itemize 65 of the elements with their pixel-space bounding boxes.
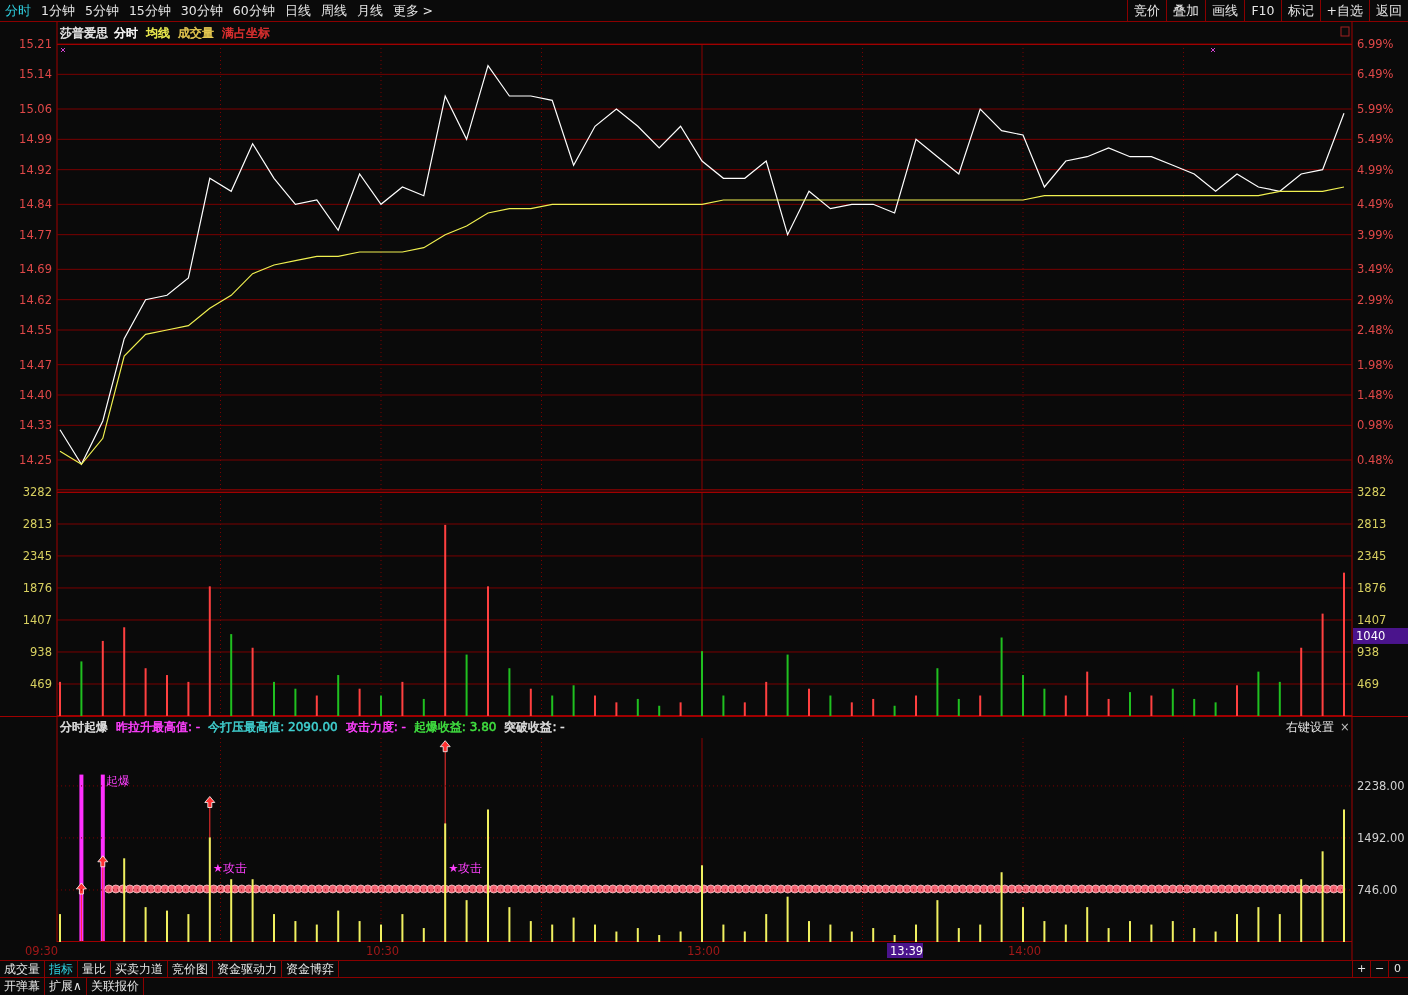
- cursor-value-label: 1040: [1353, 628, 1408, 644]
- axis-label: 14.69: [19, 262, 52, 277]
- axis-label: 2345: [22, 548, 52, 563]
- axis-label: 14.25: [19, 453, 52, 467]
- axis-label: 2345: [1357, 548, 1387, 563]
- axis-label: 3282: [1357, 485, 1387, 499]
- indicator-legend: 突破收益: -: [504, 720, 565, 734]
- axis-label: 6.99%: [1357, 37, 1394, 51]
- axis-label: 1492.00: [1357, 830, 1405, 845]
- axis-label: 5.49%: [1357, 132, 1394, 147]
- axis-label: 14.47: [19, 357, 52, 372]
- axis-label: 3.49%: [1357, 262, 1394, 277]
- axis-label: 3282: [22, 485, 52, 499]
- axis-label: 0.98%: [1357, 418, 1394, 433]
- axis-label: 938: [1357, 645, 1379, 659]
- time-label: 13:00: [687, 944, 721, 958]
- axis-label: 2.48%: [1357, 323, 1394, 337]
- stock-name: 莎普爱思: [60, 26, 108, 40]
- indicator-legend: 今打压最高值: 2090.00: [208, 720, 338, 734]
- axis-label: 2813: [1357, 517, 1387, 531]
- axis-label: 1876: [22, 580, 52, 595]
- axis-label: 15.06: [19, 102, 52, 116]
- signal-label: ★攻击: [448, 861, 483, 876]
- axis-label: 14.40: [19, 388, 52, 402]
- time-label: 09:30: [25, 944, 59, 958]
- legend-label: 成交量: [178, 26, 214, 40]
- axis-label: 2813: [22, 517, 52, 531]
- axis-label: 4.49%: [1357, 197, 1394, 212]
- axis-label: 14.99: [19, 132, 52, 147]
- axis-label: 14.92: [19, 162, 52, 177]
- axis-label: 1876: [1357, 580, 1387, 595]
- axis-label: 1.48%: [1357, 388, 1394, 402]
- axis-label: 6.49%: [1357, 67, 1394, 82]
- axis-label: 1407: [22, 612, 52, 627]
- axis-label: 14.84: [19, 197, 52, 212]
- axis-label: 4.99%: [1357, 162, 1394, 177]
- signal-label: 起爆: [105, 774, 130, 789]
- axis-label: 5.99%: [1357, 102, 1394, 116]
- axis-label: 746.00: [1357, 882, 1398, 897]
- axis-label: 14.77: [19, 227, 52, 242]
- indicator-legend: 攻击力度: -: [345, 720, 406, 734]
- time-label: 14:00: [1008, 944, 1042, 958]
- legend-label: 满占坐标: [222, 26, 270, 40]
- legend-label: 均线: [146, 26, 170, 40]
- indicator-title: 分时起爆: [60, 720, 108, 734]
- axis-label: 15.21: [19, 37, 52, 51]
- axis-label: 14.55: [19, 323, 52, 337]
- axis-label: 469: [1357, 677, 1379, 691]
- axis-label: 2.99%: [1357, 292, 1394, 307]
- axis-label: 3.99%: [1357, 227, 1394, 242]
- axis-label: 14.62: [19, 292, 52, 307]
- axis-label: 1407: [1357, 612, 1387, 627]
- indicator-legend: 起爆收益: 3.80: [413, 720, 497, 734]
- axis-label: 2238.00: [1357, 778, 1405, 793]
- axis-label: 15.14: [19, 67, 52, 82]
- axis-label: 469: [30, 677, 52, 691]
- axis-label: 1.98%: [1357, 357, 1394, 372]
- signal-label: ★攻击: [212, 861, 248, 876]
- cursor-time-label: 13:39: [887, 943, 924, 958]
- axis-label: 14.33: [19, 418, 52, 433]
- indicator-legend: 昨拉升最高值: -: [116, 720, 201, 734]
- time-label: 10:30: [366, 944, 400, 958]
- axis-label: 0.48%: [1357, 453, 1394, 467]
- axis-label: 938: [30, 645, 52, 659]
- legend-label: 分时: [114, 26, 138, 40]
